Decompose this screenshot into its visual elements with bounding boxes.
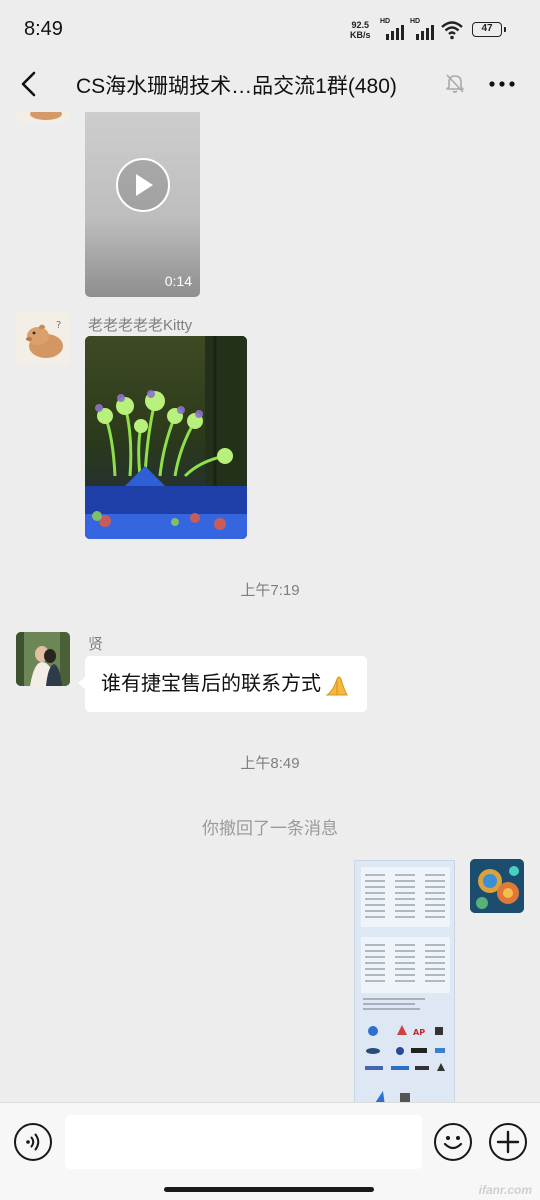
avatar-kitty[interactable]: ? — [16, 312, 70, 366]
video-duration: 0:14 — [164, 273, 192, 289]
message-input[interactable] — [65, 1115, 422, 1169]
message-bubble[interactable]: 谁有捷宝售后的联系方式 — [78, 656, 367, 712]
home-indicator[interactable] — [164, 1187, 374, 1192]
time-divider: 上午7:19 — [240, 582, 300, 599]
sender-name: 老老老老老Kitty — [88, 317, 193, 334]
chat-message-list[interactable]: 0:14 ? 老老老老老Kitty 上午7:19 贤 谁有捷宝售后的联系方式 上… — [0, 112, 540, 1102]
message-input-bar: ifanr.com — [0, 1102, 540, 1200]
video-message[interactable]: 0:14 — [85, 112, 200, 297]
battery-icon: 47 — [472, 22, 506, 37]
svg-text:?: ? — [56, 320, 61, 331]
time-divider: 上午8:49 — [240, 755, 300, 772]
plus-icon[interactable] — [489, 1123, 527, 1161]
voice-icon[interactable] — [14, 1123, 52, 1161]
svg-text:AP: AP — [413, 1028, 425, 1037]
bell-off-icon — [446, 74, 464, 93]
sender-name: 贤 — [88, 636, 104, 653]
message-text: 谁有捷宝售后的联系方式 — [101, 673, 321, 695]
wifi-icon — [441, 21, 463, 40]
network-speed-unit: KB/s — [350, 30, 371, 40]
network-speed: 92.5 KB/s — [350, 20, 371, 40]
recall-notice: 你撤回了一条消息 — [202, 819, 338, 838]
signal-icon-2: HD — [410, 18, 436, 40]
avatar[interactable] — [16, 112, 70, 122]
avatar-xian[interactable] — [16, 632, 70, 686]
watermark: ifanr.com — [478, 1183, 532, 1197]
signal-hd-label-2: HD — [410, 18, 421, 25]
avatar-self[interactable] — [470, 859, 524, 913]
coral-image-message[interactable] — [85, 336, 247, 539]
network-speed-value: 92.5 — [351, 20, 370, 30]
status-time: 8:49 — [24, 18, 63, 40]
more-dots-icon[interactable] — [486, 70, 518, 98]
chevron-left-icon[interactable] — [14, 68, 46, 100]
play-icon[interactable] — [116, 158, 170, 212]
document-image-message[interactable]: AP — [354, 860, 455, 1102]
chat-header: CS海水珊瑚技术…品交流1群(480) — [0, 56, 540, 112]
praying-hands-icon — [325, 676, 348, 696]
signal-hd-label: HD — [380, 18, 391, 25]
status-bar: 8:49 92.5 KB/s HD HD 47 — [0, 0, 540, 56]
signal-icon: HD — [380, 18, 406, 40]
chat-title[interactable]: CS海水珊瑚技术…品交流1群(480) — [76, 70, 397, 100]
emoji-icon[interactable] — [434, 1123, 472, 1161]
